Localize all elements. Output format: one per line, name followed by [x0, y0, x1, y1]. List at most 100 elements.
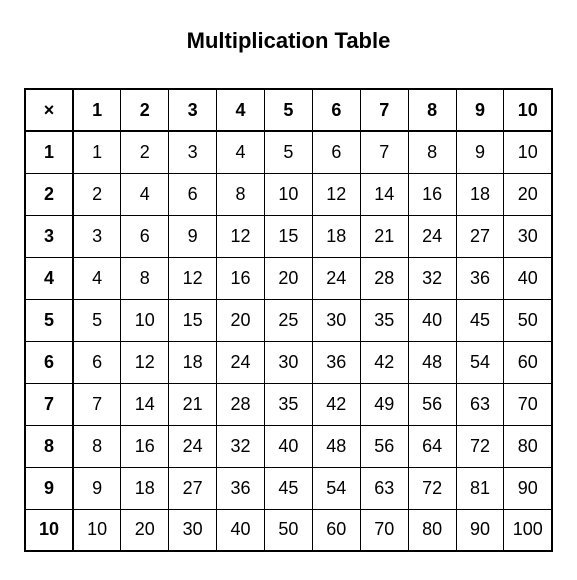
cell: 30 — [264, 341, 312, 383]
cell: 24 — [408, 215, 456, 257]
cell: 8 — [217, 173, 265, 215]
cell: 30 — [169, 509, 217, 551]
cell: 3 — [169, 131, 217, 173]
cell: 18 — [456, 173, 504, 215]
cell: 80 — [408, 509, 456, 551]
column-header: 7 — [360, 89, 408, 131]
cell: 3 — [73, 215, 121, 257]
cell: 18 — [169, 341, 217, 383]
cell: 48 — [312, 425, 360, 467]
cell: 24 — [312, 257, 360, 299]
cell: 32 — [217, 425, 265, 467]
cell: 27 — [456, 215, 504, 257]
cell: 30 — [312, 299, 360, 341]
corner-cell: × — [25, 89, 73, 131]
column-header: 1 — [73, 89, 121, 131]
cell: 81 — [456, 467, 504, 509]
cell: 40 — [264, 425, 312, 467]
column-header: 9 — [456, 89, 504, 131]
cell: 16 — [217, 257, 265, 299]
cell: 56 — [408, 383, 456, 425]
cell: 12 — [217, 215, 265, 257]
cell: 16 — [121, 425, 169, 467]
column-header: 5 — [264, 89, 312, 131]
cell: 20 — [264, 257, 312, 299]
cell: 100 — [504, 509, 552, 551]
table-row: 8 8 16 24 32 40 48 56 64 72 80 — [25, 425, 552, 467]
cell: 21 — [169, 383, 217, 425]
cell: 64 — [408, 425, 456, 467]
cell: 28 — [360, 257, 408, 299]
row-header: 6 — [25, 341, 73, 383]
multiplication-table: × 1 2 3 4 5 6 7 8 9 10 1 1 2 3 4 5 6 7 8… — [24, 88, 553, 552]
cell: 6 — [121, 215, 169, 257]
cell: 8 — [408, 131, 456, 173]
row-header: 4 — [25, 257, 73, 299]
cell: 50 — [504, 299, 552, 341]
cell: 36 — [312, 341, 360, 383]
cell: 4 — [217, 131, 265, 173]
row-header: 7 — [25, 383, 73, 425]
table-row: 9 9 18 27 36 45 54 63 72 81 90 — [25, 467, 552, 509]
cell: 54 — [456, 341, 504, 383]
table-row: 3 3 6 9 12 15 18 21 24 27 30 — [25, 215, 552, 257]
cell: 45 — [264, 467, 312, 509]
cell: 27 — [169, 467, 217, 509]
cell: 36 — [456, 257, 504, 299]
cell: 10 — [264, 173, 312, 215]
cell: 70 — [504, 383, 552, 425]
cell: 60 — [312, 509, 360, 551]
cell: 42 — [360, 341, 408, 383]
cell: 20 — [121, 509, 169, 551]
cell: 24 — [169, 425, 217, 467]
cell: 28 — [217, 383, 265, 425]
cell: 15 — [169, 299, 217, 341]
cell: 12 — [312, 173, 360, 215]
cell: 5 — [264, 131, 312, 173]
cell: 4 — [73, 257, 121, 299]
cell: 63 — [456, 383, 504, 425]
row-header: 3 — [25, 215, 73, 257]
cell: 70 — [360, 509, 408, 551]
cell: 36 — [217, 467, 265, 509]
cell: 4 — [121, 173, 169, 215]
cell: 6 — [169, 173, 217, 215]
table-row: 7 7 14 21 28 35 42 49 56 63 70 — [25, 383, 552, 425]
cell: 42 — [312, 383, 360, 425]
cell: 49 — [360, 383, 408, 425]
cell: 45 — [456, 299, 504, 341]
table-row: 2 2 4 6 8 10 12 14 16 18 20 — [25, 173, 552, 215]
cell: 25 — [264, 299, 312, 341]
column-header-row: × 1 2 3 4 5 6 7 8 9 10 — [25, 89, 552, 131]
cell: 48 — [408, 341, 456, 383]
cell: 63 — [360, 467, 408, 509]
cell: 8 — [73, 425, 121, 467]
table-row: 4 4 8 12 16 20 24 28 32 36 40 — [25, 257, 552, 299]
cell: 5 — [73, 299, 121, 341]
cell: 35 — [360, 299, 408, 341]
cell: 80 — [504, 425, 552, 467]
cell: 9 — [73, 467, 121, 509]
cell: 20 — [504, 173, 552, 215]
row-header: 1 — [25, 131, 73, 173]
table-row: 1 1 2 3 4 5 6 7 8 9 10 — [25, 131, 552, 173]
cell: 6 — [73, 341, 121, 383]
cell: 72 — [408, 467, 456, 509]
cell: 14 — [121, 383, 169, 425]
cell: 35 — [264, 383, 312, 425]
cell: 6 — [312, 131, 360, 173]
cell: 20 — [217, 299, 265, 341]
column-header: 8 — [408, 89, 456, 131]
column-header: 10 — [504, 89, 552, 131]
cell: 72 — [456, 425, 504, 467]
cell: 18 — [312, 215, 360, 257]
table-row: 6 6 12 18 24 30 36 42 48 54 60 — [25, 341, 552, 383]
cell: 90 — [456, 509, 504, 551]
cell: 1 — [73, 131, 121, 173]
cell: 10 — [73, 509, 121, 551]
cell: 15 — [264, 215, 312, 257]
column-header: 4 — [217, 89, 265, 131]
cell: 90 — [504, 467, 552, 509]
cell: 60 — [504, 341, 552, 383]
row-header: 9 — [25, 467, 73, 509]
